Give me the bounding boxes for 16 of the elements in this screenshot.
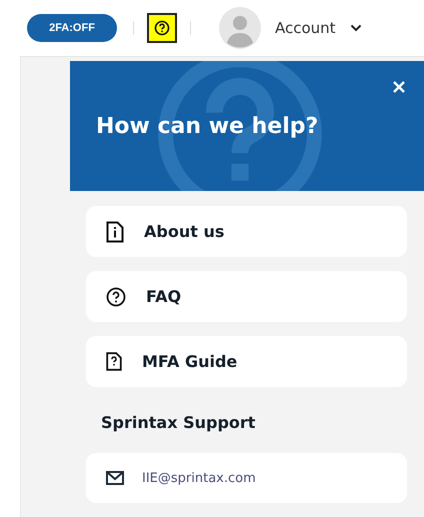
2fa-status-badge[interactable]: 2FA:OFF — [27, 14, 117, 42]
question-document-icon — [106, 352, 122, 371]
account-menu[interactable]: Account — [275, 19, 362, 37]
help-button[interactable] — [147, 13, 177, 43]
info-document-icon — [106, 220, 124, 242]
envelope-icon — [106, 471, 124, 485]
question-circle-icon — [154, 20, 170, 36]
chevron-down-icon — [350, 24, 362, 32]
help-link[interactable]: MFA Guide — [86, 336, 407, 387]
question-mark-watermark-icon — [155, 61, 325, 191]
email-link[interactable]: IIE@sprintax.com — [86, 453, 407, 503]
question-circle-icon — [106, 286, 126, 306]
section-heading: Sprintax Support — [100, 412, 256, 434]
help-link[interactable]: FAQ — [86, 271, 407, 322]
help-link[interactable]: About us — [86, 206, 407, 257]
panel-title: How can we help? — [96, 114, 318, 138]
